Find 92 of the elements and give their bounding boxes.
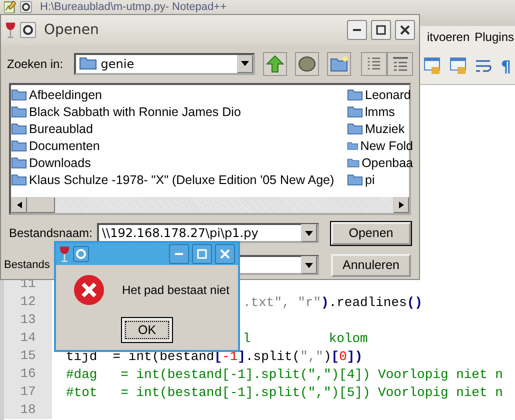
minimize-icon xyxy=(353,28,361,31)
folder-item[interactable]: Bureaublad xyxy=(11,120,347,138)
ring-icon xyxy=(23,24,33,35)
folder-icon xyxy=(11,157,27,169)
code-line: #tot = int(bestand[-1].split(",")[5]) Voorlopig niet n xyxy=(66,384,503,400)
file-name-field[interactable]: \\192.168.178.27\pi\p1.py xyxy=(97,223,319,244)
folder-item[interactable]: Black Sabbath with Ronnie James Dio xyxy=(11,104,347,120)
folder-icon xyxy=(347,174,363,186)
ring-icon xyxy=(76,249,86,259)
folder-item[interactable]: Klaus Schulze -1978- "X" (Deluxe Edition '05 New Age) xyxy=(11,172,347,188)
folder-item[interactable]: New Fold xyxy=(347,138,413,154)
folder-item[interactable]: Afbeeldingen xyxy=(11,86,347,104)
folder-item[interactable]: Downloads xyxy=(11,154,347,172)
error-message: Het pad bestaat niet xyxy=(122,283,230,297)
folder-icon xyxy=(347,89,363,101)
system-menu-button[interactable] xyxy=(73,246,89,262)
folder-icon xyxy=(347,123,363,135)
open-button[interactable]: Openen xyxy=(331,222,411,245)
wine-glass-icon xyxy=(59,245,70,263)
list-view-button[interactable] xyxy=(361,52,387,76)
folder-item[interactable]: Documenten xyxy=(11,138,347,154)
folder-item[interactable]: Leonard xyxy=(347,86,413,104)
file-type-label: Bestands xyxy=(4,259,51,272)
left-arrow-icon xyxy=(16,201,22,210)
cancel-button[interactable]: Annuleren xyxy=(331,254,411,277)
line-number: 16 xyxy=(4,365,52,383)
close-button[interactable] xyxy=(395,20,415,40)
maximize-button[interactable] xyxy=(192,244,212,264)
maximize-icon xyxy=(376,24,386,35)
folder-icon xyxy=(347,106,363,118)
maximize-button[interactable] xyxy=(371,20,391,40)
scroll-thumb[interactable] xyxy=(27,197,55,214)
folder-item[interactable]: Muziek xyxy=(347,120,413,138)
system-menu-button[interactable] xyxy=(20,22,36,38)
folder-icon xyxy=(78,57,97,70)
look-in-dropdown[interactable]: genie xyxy=(74,52,255,75)
system-menu-button[interactable] xyxy=(20,1,32,13)
close-button[interactable] xyxy=(215,244,235,264)
close-icon xyxy=(220,249,230,259)
right-arrow-icon xyxy=(398,201,404,210)
caret-icon xyxy=(305,230,313,236)
caret-icon xyxy=(240,61,249,66)
line-number: 17 xyxy=(4,383,52,401)
caret-icon xyxy=(305,262,313,268)
look-in-label: Zoeken in: xyxy=(7,56,64,71)
new-folder-button[interactable] xyxy=(326,52,351,76)
close-icon xyxy=(400,24,410,35)
details-icon xyxy=(392,56,408,71)
folder-icon xyxy=(11,89,27,101)
ring-icon xyxy=(22,3,30,11)
up-folder-button[interactable] xyxy=(262,52,287,76)
word-wrap-icon[interactable] xyxy=(474,60,493,72)
new-folder-icon xyxy=(330,56,348,72)
folder-item[interactable]: pi xyxy=(347,172,413,188)
minimize-button[interactable] xyxy=(347,20,367,40)
folder-item[interactable]: lmms xyxy=(347,104,413,120)
ok-button[interactable]: OK xyxy=(121,317,173,343)
minimize-icon xyxy=(175,253,183,255)
folder-icon xyxy=(11,174,27,186)
minimize-button[interactable] xyxy=(169,244,189,264)
detail-view-button[interactable] xyxy=(387,52,413,76)
menu-item[interactable]: itvoeren xyxy=(426,30,470,44)
list-icon xyxy=(367,57,381,70)
line-number: 13 xyxy=(4,311,52,329)
code-line: l kolom xyxy=(243,330,368,346)
up-arrow-icon xyxy=(266,54,284,73)
notepad-icon xyxy=(4,1,16,13)
folder-icon xyxy=(347,157,360,169)
menu-item[interactable]: Plugins xyxy=(474,30,514,44)
locked-window-icon[interactable] xyxy=(448,57,467,75)
wine-glass-icon xyxy=(5,20,16,39)
folder-icon xyxy=(11,140,27,152)
error-icon xyxy=(74,275,104,305)
code-line: .txt", "r").readlines() xyxy=(243,294,422,310)
locked-window-icon[interactable] xyxy=(422,57,441,75)
code-line: #dag = int(bestand[-1].split(",")[4]) Voorlopig niet n xyxy=(66,366,503,382)
disk-icon xyxy=(298,56,316,72)
show-symbols-button[interactable]: ¶ xyxy=(500,56,511,76)
folder-icon xyxy=(11,106,27,118)
window-title: H:\Bureaublad\m-utmp.py- Notepad++ xyxy=(40,1,226,13)
drives-button[interactable] xyxy=(294,52,319,76)
line-number: 15 xyxy=(4,347,52,365)
folder-icon xyxy=(347,140,358,152)
file-name-label: Bestandsnaam: xyxy=(9,226,94,240)
horizontal-scrollbar[interactable] xyxy=(11,197,409,214)
dialog-title: Openen xyxy=(44,22,99,38)
line-number: 14 xyxy=(4,329,52,347)
maximize-icon xyxy=(197,249,207,259)
line-number: 18 xyxy=(4,401,52,419)
line-number: 12 xyxy=(4,293,52,311)
folder-icon xyxy=(11,123,27,135)
folder-item[interactable]: Openbaa xyxy=(347,154,413,172)
